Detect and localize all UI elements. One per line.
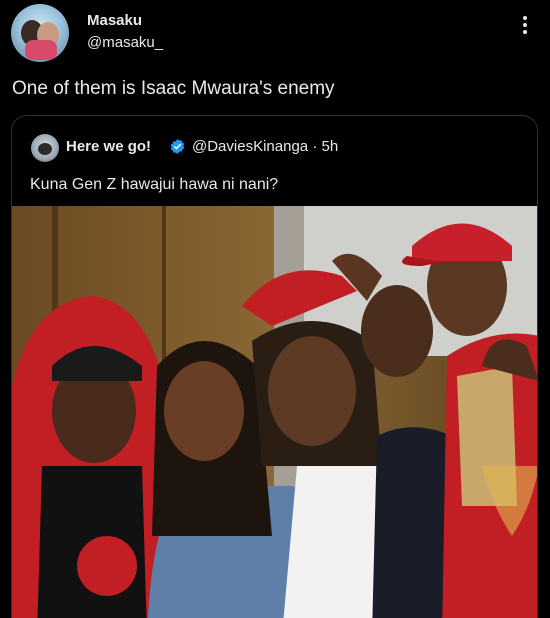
quoted-post-text: Kuna Gen Z hawajui hawa ni nani? (30, 176, 279, 193)
verified-badge-icon (170, 139, 185, 154)
author-handle[interactable]: @masaku_ (87, 34, 163, 51)
quoted-post[interactable]: Here we go! @DaviesKinanga · 5h Kuna Gen… (11, 115, 538, 618)
author-avatar[interactable] (11, 4, 69, 62)
author-name[interactable]: Masaku (87, 12, 142, 29)
group-photo-image[interactable] (12, 206, 537, 618)
quoted-author-meta[interactable]: @DaviesKinanga · 5h (192, 138, 338, 155)
quoted-author-handle[interactable]: @DaviesKinanga (192, 138, 308, 155)
quoted-author-avatar[interactable] (31, 134, 59, 162)
photo-illustration (12, 206, 537, 618)
meta-separator: · (312, 138, 318, 155)
post-text: One of them is Isaac Mwaura's enemy (12, 78, 335, 99)
more-vertical-icon[interactable] (522, 16, 528, 38)
post-header: Masaku @masaku_ (0, 0, 550, 66)
quoted-author-name[interactable]: Here we go! (66, 138, 151, 155)
post-time[interactable]: 5h (321, 138, 338, 155)
